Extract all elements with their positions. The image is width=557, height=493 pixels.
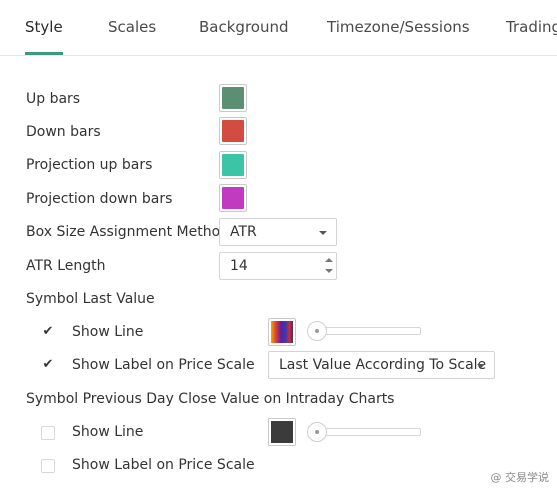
slider-knob[interactable] bbox=[307, 422, 327, 442]
show-line-checkbox[interactable]: ✔ bbox=[41, 325, 55, 339]
prev-close-show-line-label: Show Line bbox=[72, 424, 144, 440]
box-size-method-select[interactable]: ATR bbox=[219, 218, 337, 246]
prev-day-close-heading: Symbol Previous Day Close Value on Intra… bbox=[26, 391, 395, 407]
box-size-method-label: Box Size Assignment Method bbox=[26, 224, 230, 240]
chevron-down-icon bbox=[319, 231, 327, 235]
prev-close-line-color-fill bbox=[271, 421, 293, 443]
slider-knob[interactable] bbox=[307, 321, 327, 341]
projection-down-bars-color-fill bbox=[222, 187, 244, 209]
tab-timezone-sessions[interactable]: Timezone/Sessions bbox=[327, 18, 470, 36]
last-value-line-color-swatch[interactable] bbox=[268, 318, 296, 346]
atr-length-label: ATR Length bbox=[26, 258, 106, 274]
atr-length-stepper[interactable]: 14 bbox=[219, 252, 337, 280]
up-bars-color-swatch[interactable] bbox=[219, 84, 247, 112]
last-value-label-select-value: Last Value According To Scale bbox=[279, 357, 487, 373]
active-tab-indicator bbox=[25, 52, 63, 55]
slider-track bbox=[317, 327, 421, 335]
last-value-label-select[interactable]: Last Value According To Scale bbox=[268, 351, 495, 379]
prev-close-show-label-checkbox[interactable] bbox=[41, 459, 55, 473]
down-bars-label: Down bars bbox=[26, 124, 101, 140]
stepper-down-icon[interactable] bbox=[325, 269, 333, 273]
prev-close-opacity-slider[interactable] bbox=[307, 422, 421, 442]
tab-style[interactable]: Style bbox=[25, 18, 63, 36]
projection-up-bars-color-fill bbox=[222, 154, 244, 176]
box-size-method-value: ATR bbox=[230, 224, 257, 240]
last-value-line-color-fill bbox=[271, 321, 293, 343]
projection-down-bars-color-swatch[interactable] bbox=[219, 184, 247, 212]
settings-tabs: Style Scales Background Timezone/Session… bbox=[0, 0, 557, 56]
tab-scales[interactable]: Scales bbox=[108, 18, 156, 36]
projection-down-bars-label: Projection down bars bbox=[26, 191, 173, 207]
watermark-text: @ 交易学说 bbox=[490, 471, 550, 484]
prev-close-show-line-checkbox[interactable] bbox=[41, 426, 55, 440]
show-label-label: Show Label on Price Scale bbox=[72, 357, 255, 373]
stepper-arrows[interactable] bbox=[324, 254, 334, 278]
projection-up-bars-color-swatch[interactable] bbox=[219, 151, 247, 179]
projection-up-bars-label: Projection up bars bbox=[26, 157, 153, 173]
atr-length-value: 14 bbox=[230, 258, 248, 274]
symbol-last-value-heading: Symbol Last Value bbox=[26, 291, 155, 307]
prev-close-show-label-label: Show Label on Price Scale bbox=[72, 457, 255, 473]
up-bars-color-fill bbox=[222, 87, 244, 109]
down-bars-color-swatch[interactable] bbox=[219, 117, 247, 145]
tab-trading[interactable]: Trading bbox=[506, 18, 557, 36]
prev-close-line-color-swatch[interactable] bbox=[268, 418, 296, 446]
tab-background[interactable]: Background bbox=[199, 18, 289, 36]
chevron-down-icon bbox=[477, 364, 485, 368]
down-bars-color-fill bbox=[222, 120, 244, 142]
show-line-label: Show Line bbox=[72, 324, 144, 340]
stepper-up-icon[interactable] bbox=[325, 258, 333, 262]
show-label-checkbox[interactable]: ✔ bbox=[41, 358, 55, 372]
slider-track bbox=[317, 428, 421, 436]
up-bars-label: Up bars bbox=[26, 91, 81, 107]
last-value-opacity-slider[interactable] bbox=[307, 321, 421, 341]
